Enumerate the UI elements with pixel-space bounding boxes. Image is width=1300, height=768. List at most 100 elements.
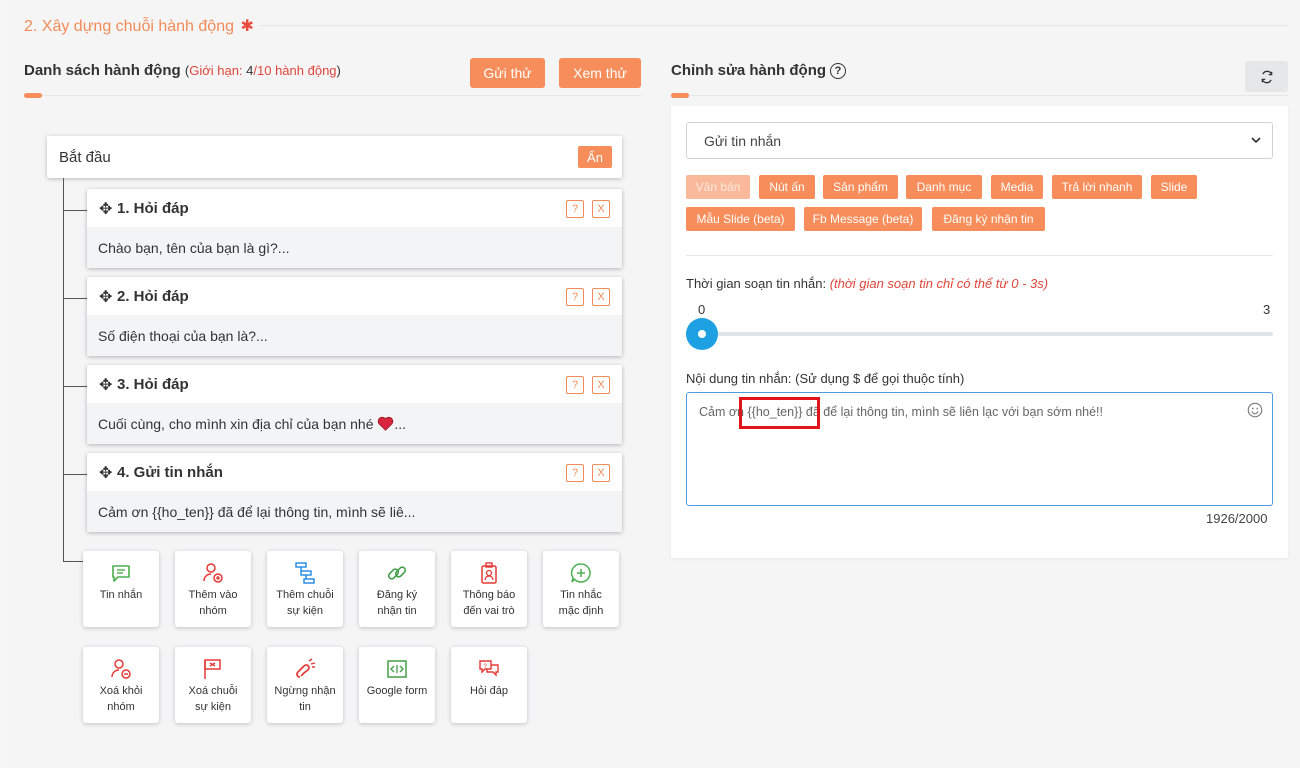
left-divider bbox=[42, 95, 641, 96]
remove-user-icon bbox=[83, 657, 159, 681]
action-card[interactable]: ✥ 2. Hỏi đáp ? X Số điện thoại của bạn l… bbox=[87, 277, 622, 356]
tag-text[interactable]: Văn bản bbox=[686, 175, 750, 199]
action-title: 1. Hỏi đáp bbox=[117, 200, 189, 217]
action-preview: Cuối cùng, cho mình xin địa chỉ của bạn … bbox=[98, 416, 407, 432]
section-divider bbox=[260, 25, 1288, 26]
slider-max: 3 bbox=[1263, 302, 1271, 317]
action-list-title: Danh sách hành động bbox=[24, 62, 181, 79]
tree-branch bbox=[63, 474, 87, 475]
tree-branch bbox=[63, 386, 87, 387]
delete-button[interactable]: X bbox=[592, 200, 610, 218]
help-button[interactable]: ? bbox=[566, 288, 584, 306]
compose-time-hint: (thời gian soạn tin chỉ có thể từ 0 - 3s… bbox=[829, 276, 1049, 291]
edit-action-title: Chỉnh sửa hành động bbox=[671, 62, 827, 79]
action-card-body: Cảm ơn {{ho_ten}} đã để lại thông tin, m… bbox=[87, 491, 622, 532]
action-list-heading: Danh sách hành động (Giới hạn: 4/10 hành… bbox=[24, 62, 341, 79]
add-sequence-tile[interactable]: Thêm chuỗi sự kiện bbox=[267, 551, 343, 627]
left-tab-indicator bbox=[24, 93, 42, 98]
heart-icon bbox=[378, 416, 394, 431]
move-icon[interactable]: ✥ bbox=[99, 375, 112, 395]
delete-button[interactable]: X bbox=[592, 288, 610, 306]
hide-button[interactable]: Ẩn bbox=[578, 146, 612, 168]
delete-button[interactable]: X bbox=[592, 376, 610, 394]
action-preview: Số điện thoại của bạn là?... bbox=[98, 328, 268, 344]
add-user-icon bbox=[175, 561, 251, 585]
help-button[interactable]: ? bbox=[566, 376, 584, 394]
tag-fb-message[interactable]: Fb Message (beta) bbox=[804, 207, 922, 231]
preview-button[interactable]: Xem thử bbox=[559, 58, 641, 88]
chevron-down-icon bbox=[1251, 137, 1261, 144]
tag-button[interactable]: Nút ấn bbox=[759, 175, 815, 199]
add-message-tile[interactable]: Tin nhắn bbox=[83, 551, 159, 627]
send-test-button[interactable]: Gửi thử bbox=[470, 58, 545, 88]
remove-from-group-tile[interactable]: Xoá khỏi nhóm bbox=[83, 647, 159, 723]
action-type-select[interactable]: Gửi tin nhắn bbox=[686, 122, 1273, 159]
page-edge bbox=[0, 0, 8, 768]
unsubscribe-tile[interactable]: Ngừng nhận tin bbox=[267, 647, 343, 723]
google-form-tile[interactable]: Google form bbox=[359, 647, 435, 723]
tag-quick-reply[interactable]: Trả lời nhanh bbox=[1052, 175, 1142, 199]
unsubscribe-icon bbox=[267, 657, 343, 681]
action-card[interactable]: ✥ 1. Hỏi đáp ? X Chào bạn, tên của bạn l… bbox=[87, 189, 622, 268]
help-button[interactable]: ? bbox=[566, 200, 584, 218]
subscribe-tile[interactable]: Đăng ký nhận tin bbox=[359, 551, 435, 627]
action-card-body: Số điện thoại của bạn là?... bbox=[87, 315, 622, 356]
action-card-header: ✥ 4. Gửi tin nhắn ? X bbox=[87, 453, 622, 491]
right-divider bbox=[689, 95, 1288, 96]
action-card[interactable]: ✥ 4. Gửi tin nhắn ? X Cảm ơn {{ho_ten}} … bbox=[87, 453, 622, 532]
action-title: 4. Gửi tin nhắn bbox=[117, 464, 223, 481]
slider-min: 0 bbox=[698, 302, 706, 317]
action-type-value: Gửi tin nhắn bbox=[704, 132, 782, 149]
refresh-icon bbox=[1261, 70, 1272, 83]
move-icon[interactable]: ✥ bbox=[99, 287, 112, 307]
remove-sequence-tile[interactable]: Xoá chuỗi sự kiện bbox=[175, 647, 251, 723]
panel-divider bbox=[686, 255, 1273, 256]
action-card-header: ✥ 3. Hỏi đáp ? X bbox=[87, 365, 622, 403]
tag-product[interactable]: Sản phẩm bbox=[823, 175, 898, 199]
compose-time-slider[interactable] bbox=[701, 332, 1273, 336]
qa-icon: ? bbox=[451, 657, 527, 681]
badge-icon bbox=[451, 561, 527, 585]
action-title: 3. Hỏi đáp bbox=[117, 376, 189, 393]
tag-category[interactable]: Danh mục bbox=[906, 175, 982, 199]
tag-slide[interactable]: Slide bbox=[1151, 175, 1197, 199]
help-icon[interactable]: ? bbox=[830, 62, 847, 79]
start-label: Bắt đầu bbox=[59, 149, 111, 166]
compose-time-label: Thời gian soạn tin nhắn: (thời gian soạn… bbox=[686, 276, 1049, 291]
remove-sequence-icon bbox=[175, 657, 251, 681]
move-icon[interactable]: ✥ bbox=[99, 199, 112, 219]
required-mark: ✱ bbox=[240, 18, 254, 35]
right-tab-indicator bbox=[671, 93, 689, 98]
help-button[interactable]: ? bbox=[566, 464, 584, 482]
tag-media[interactable]: Media bbox=[991, 175, 1043, 199]
highlight-box bbox=[739, 397, 820, 429]
action-card-body: Cuối cùng, cho mình xin địa chỉ của bạn … bbox=[87, 403, 622, 444]
qa-tile[interactable]: ? Hỏi đáp bbox=[451, 647, 527, 723]
message-icon bbox=[83, 561, 159, 585]
tag-subscribe[interactable]: Đăng ký nhận tin bbox=[932, 207, 1045, 231]
add-to-group-tile[interactable]: Thêm vào nhóm bbox=[175, 551, 251, 627]
section-title: 2. Xây dựng chuỗi hành động ✱ bbox=[24, 16, 254, 36]
tag-slide-template[interactable]: Mẫu Slide (beta) bbox=[686, 207, 795, 231]
action-preview: Cảm ơn {{ho_ten}} đã để lại thông tin, m… bbox=[98, 504, 416, 520]
content-label: Nội dung tin nhắn: (Sử dụng $ để gọi thu… bbox=[686, 371, 965, 386]
action-card[interactable]: ✥ 3. Hỏi đáp ? X Cuối cùng, cho mình xin… bbox=[87, 365, 622, 444]
sequence-icon bbox=[267, 561, 343, 585]
link-icon bbox=[359, 561, 435, 585]
delete-button[interactable]: X bbox=[592, 464, 610, 482]
tree-branch bbox=[63, 210, 87, 211]
action-title: 2. Hỏi đáp bbox=[117, 288, 189, 305]
slider-handle[interactable] bbox=[686, 318, 718, 350]
notify-role-tile[interactable]: Thông báo đến vai trò bbox=[451, 551, 527, 627]
action-card-header: ✥ 2. Hỏi đáp ? X bbox=[87, 277, 622, 315]
refresh-button[interactable] bbox=[1245, 61, 1288, 92]
default-reminder-tile[interactable]: Tin nhắc mặc định bbox=[543, 551, 619, 627]
move-icon[interactable]: ✥ bbox=[99, 463, 112, 483]
reminder-icon bbox=[543, 561, 619, 585]
google-form-icon bbox=[359, 657, 435, 681]
action-card-header: ✥ 1. Hỏi đáp ? X bbox=[87, 189, 622, 227]
action-preview: Chào bạn, tên của bạn là gì?... bbox=[98, 240, 290, 256]
char-counter: 1926/2000 bbox=[1206, 511, 1268, 526]
edit-action-heading: Chỉnh sửa hành động ? bbox=[671, 62, 847, 79]
tree-branch bbox=[63, 298, 87, 299]
